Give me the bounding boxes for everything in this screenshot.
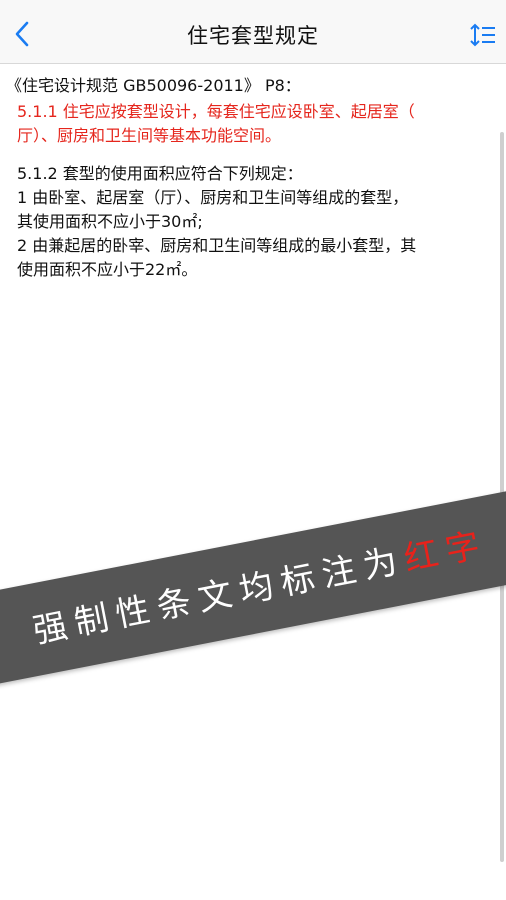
mandatory-clause: 5.1.1 住宅应按套型设计，每套住宅应设卧室、起居室（ 厅）、厨房和卫生间等基… (17, 100, 485, 148)
mandatory-line: 5.1.1 住宅应按套型设计，每套住宅应设卧室、起居室（ (17, 102, 415, 121)
sort-icon (470, 23, 495, 47)
clause-5-1-2: 5.1.2 套型的使用面积应符合下列规定： 1 由卧室、起居室（厅）、厨房和卫生… (17, 162, 485, 282)
content-area: 《住宅设计规范 GB50096-2011》 P8： 5.1.1 住宅应按套型设计… (0, 64, 506, 900)
clause-line: 1 由卧室、起居室（厅）、厨房和卫生间等组成的套型， (17, 188, 409, 207)
mandatory-line: 厅）、厨房和卫生间等基本功能空间。 (17, 126, 282, 145)
clause-line: 2 由兼起居的卧宰、厨房和卫生间等组成的最小套型，其 (17, 236, 417, 255)
spec-heading: 《住宅设计规范 GB50096-2011》 P8： (6, 76, 301, 95)
clause-line: 5.1.2 套型的使用面积应符合下列规定： (17, 164, 303, 183)
clause-line: 使用面积不应小于22㎡。 (17, 260, 198, 279)
page-title: 住宅套型规定 (187, 24, 319, 48)
banner-highlight-text: 红字 (400, 523, 491, 580)
sort-button[interactable] (468, 20, 498, 50)
nav-bar: 住宅套型规定 (0, 0, 506, 64)
clause-line: 其使用面积不应小于30㎡; (17, 212, 203, 231)
